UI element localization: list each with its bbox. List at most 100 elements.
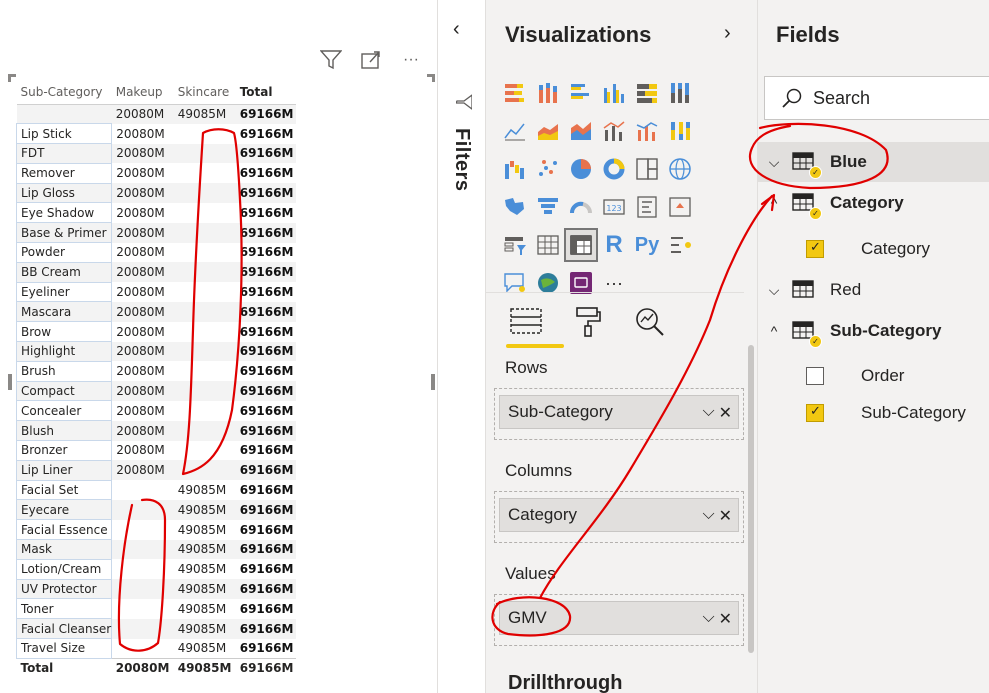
key-influencers-icon[interactable]	[665, 230, 695, 260]
table-row[interactable]: Facial Set 49085M 69166M	[15, 479, 296, 501]
arcgis-map-icon[interactable]	[533, 268, 563, 298]
map-icon[interactable]	[665, 154, 695, 184]
rows-field-pill[interactable]: Sub-Category ⌵ ✕	[499, 395, 739, 429]
table-row[interactable]: Lip Stick 20080M 69166M	[15, 123, 296, 145]
field-checkbox[interactable]	[806, 367, 824, 385]
focus-mode-icon[interactable]	[358, 48, 384, 72]
line-chart-icon[interactable]	[500, 116, 530, 146]
values-field-pill[interactable]: GMV ⌵ ✕	[499, 601, 739, 635]
table-row[interactable]: Blush 20080M 69166M	[15, 420, 296, 442]
table-row[interactable]: Toner 49085M 69166M	[15, 598, 296, 620]
area-chart-icon[interactable]	[533, 116, 563, 146]
treemap-icon[interactable]	[632, 154, 662, 184]
table-row[interactable]: 20080M 49085M 69166M	[16, 104, 296, 124]
pie-chart-icon[interactable]	[566, 154, 596, 184]
chevron-down-icon[interactable]: ⌵	[764, 154, 784, 171]
table-row[interactable]: Brow 20080M 69166M	[15, 321, 296, 343]
table-row[interactable]: Compact 20080M 69166M	[15, 380, 296, 402]
table-row[interactable]: Lip Gloss 20080M 69166M	[15, 182, 296, 204]
resize-handle-top-left[interactable]	[8, 74, 16, 82]
table-node-red[interactable]: ⌵ Red	[758, 270, 989, 310]
table-row[interactable]: Travel Size 49085M 69166M	[15, 638, 296, 659]
field-item-order[interactable]: Order	[758, 356, 989, 396]
table-row[interactable]: Eyecare 49085M 69166M	[15, 499, 296, 521]
table-node-sub-category[interactable]: ^ ✓ Sub-Category	[758, 311, 989, 351]
table-row[interactable]: Facial Cleanser 49085M 69166M	[15, 618, 296, 640]
100-stacked-bar-chart-icon[interactable]	[632, 78, 662, 108]
columns-well[interactable]: Category ⌵ ✕	[494, 491, 744, 543]
kpi-icon[interactable]	[665, 192, 695, 222]
column-header-makeup[interactable]: Makeup	[111, 80, 174, 105]
fields-search-input[interactable]: Search	[764, 76, 989, 120]
filter-icon[interactable]	[318, 48, 344, 72]
table-row[interactable]: Powder 20080M 69166M	[15, 242, 296, 263]
chevron-down-icon[interactable]: ⌵	[702, 506, 714, 526]
table-icon[interactable]	[533, 230, 563, 260]
table-row[interactable]: Base & Primer 20080M 69166M	[15, 222, 296, 244]
card-icon[interactable]: 123	[599, 192, 629, 222]
field-item-category[interactable]: Category	[758, 229, 989, 269]
table-row[interactable]: UV Protector 49085M 69166M	[15, 578, 296, 600]
table-row[interactable]: Concealer 20080M 69166M	[15, 400, 296, 422]
table-row[interactable]: Eyeliner 20080M 69166M	[15, 281, 296, 303]
stacked-area-chart-icon[interactable]	[566, 116, 596, 146]
slicer-icon[interactable]	[500, 230, 530, 260]
table-row[interactable]: Eye Shadow 20080M 69166M	[15, 202, 296, 224]
collapse-filters-chevron-icon[interactable]: ‹	[453, 18, 460, 41]
clustered-column-chart-icon[interactable]	[599, 78, 629, 108]
100-stacked-column-chart-icon[interactable]	[665, 78, 695, 108]
ribbon-chart-icon[interactable]	[665, 116, 695, 146]
table-row[interactable]: Remover 20080M 69166M	[15, 162, 296, 184]
fields-wells-tab[interactable]	[506, 302, 564, 348]
waterfall-chart-icon[interactable]	[500, 154, 530, 184]
remove-field-icon[interactable]: ✕	[719, 506, 732, 526]
column-header-sub-category[interactable]: Sub-Category	[16, 80, 112, 105]
matrix-icon[interactable]	[564, 228, 598, 262]
table-row[interactable]: Bronzer 20080M 69166M	[15, 440, 296, 461]
field-item-sub-category[interactable]: Sub-Category	[758, 393, 989, 433]
stacked-bar-chart-icon[interactable]	[500, 78, 530, 108]
table-row[interactable]: Brush 20080M 69166M	[15, 360, 296, 382]
more-visuals-icon[interactable]: ···	[599, 268, 629, 298]
filters-pane-icon[interactable]	[454, 92, 473, 112]
table-row[interactable]: BB Cream 20080M 69166M	[15, 261, 296, 283]
funnel-chart-icon[interactable]	[533, 192, 563, 222]
gauge-icon[interactable]	[566, 192, 596, 222]
table-row[interactable]: Facial Essence 49085M 69166M	[15, 519, 296, 541]
power-apps-visual-icon[interactable]	[566, 268, 596, 298]
resize-handle-left[interactable]	[8, 374, 12, 390]
resize-handle-top-right[interactable]	[427, 74, 435, 82]
remove-field-icon[interactable]: ✕	[719, 609, 732, 629]
table-node-category[interactable]: ^ ✓ Category	[758, 183, 989, 223]
line-and-clustered-column-chart-icon[interactable]	[632, 116, 662, 146]
field-checkbox[interactable]	[806, 239, 824, 258]
stacked-column-chart-icon[interactable]	[533, 78, 563, 108]
r-script-visual-icon[interactable]: R	[599, 230, 629, 260]
table-node-blue[interactable]: ⌵ ✓ Blue	[758, 142, 989, 182]
values-well[interactable]: GMV ⌵ ✕	[494, 594, 744, 646]
table-row[interactable]: Lotion/Cream 49085M 69166M	[15, 558, 296, 580]
chevron-up-icon[interactable]: ^	[764, 323, 784, 339]
chevron-down-icon[interactable]: ⌵	[764, 282, 784, 299]
pane-scrollbar[interactable]	[748, 345, 754, 653]
column-header-skincare[interactable]: Skincare	[173, 80, 236, 105]
line-and-stacked-column-chart-icon[interactable]	[599, 116, 629, 146]
scatter-chart-icon[interactable]	[533, 154, 563, 184]
table-row[interactable]: Lip Liner 20080M 69166M	[15, 459, 296, 481]
chevron-up-icon[interactable]: ^	[764, 195, 784, 211]
python-visual-icon[interactable]: Py	[632, 230, 662, 260]
qna-visual-icon[interactable]	[500, 268, 530, 298]
table-row[interactable]: Highlight 20080M 69166M	[15, 341, 296, 362]
format-paint-roller-tab[interactable]	[568, 302, 608, 346]
table-row[interactable]: Mascara 20080M 69166M	[15, 301, 296, 323]
table-row[interactable]: Mask 49085M 69166M	[15, 539, 296, 560]
expand-visualizations-chevron-icon[interactable]: ›	[724, 22, 731, 45]
chevron-down-icon[interactable]: ⌵	[702, 403, 714, 423]
donut-chart-icon[interactable]	[599, 154, 629, 184]
chevron-down-icon[interactable]: ⌵	[702, 609, 714, 629]
filled-map-icon[interactable]	[500, 192, 530, 222]
more-options-icon[interactable]: ···	[398, 48, 424, 72]
filters-pane-label[interactable]: Filters	[450, 128, 473, 192]
field-checkbox[interactable]	[806, 403, 824, 422]
columns-field-pill[interactable]: Category ⌵ ✕	[499, 498, 739, 532]
